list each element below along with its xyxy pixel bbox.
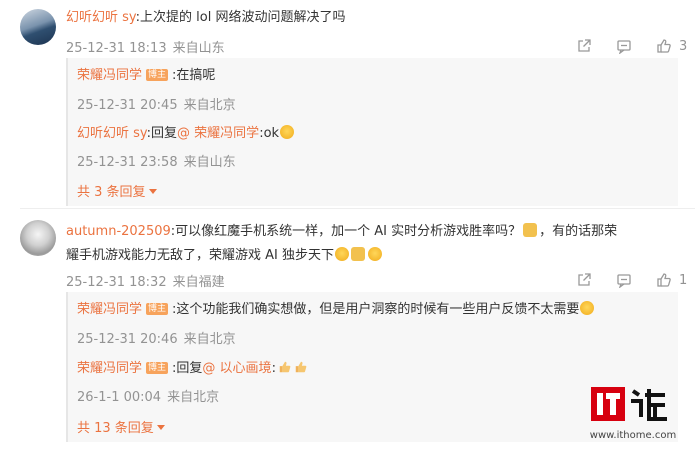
more-replies-link[interactable]: 共 3 条回复 bbox=[77, 181, 157, 200]
location: 来自福建 bbox=[172, 275, 225, 290]
emoji-icon bbox=[368, 247, 382, 261]
reply-text: 幻听幻听 sy:回复@ 荣耀冯同学:ok bbox=[77, 125, 295, 143]
username-link[interactable]: 荣耀冯同学 bbox=[77, 68, 142, 83]
more-replies-label: 共 13 条回复 bbox=[77, 421, 154, 436]
location: 来自北京 bbox=[183, 332, 236, 347]
location: 来自山东 bbox=[172, 41, 225, 56]
reply-text: 荣耀冯同学 博主:这个功能我们确实想做，但是用户洞察的时候有一些用户反馈不太需要 bbox=[77, 301, 595, 319]
reply-body: : bbox=[271, 361, 276, 376]
comment-divider bbox=[20, 208, 695, 209]
comment-text-line2: 耀手机游戏能力无敌了，荣耀游戏 AI 独步天下 bbox=[66, 247, 382, 265]
timestamp: 25-12-31 18:32 bbox=[66, 275, 167, 290]
comment-icon[interactable] bbox=[613, 37, 635, 55]
avatar[interactable] bbox=[20, 220, 56, 256]
thumbs-up-icon bbox=[279, 361, 291, 373]
ithome-watermark: www.ithome.com bbox=[583, 383, 683, 441]
author-badge: 博主 bbox=[146, 303, 169, 315]
watermark-url: www.ithome.com bbox=[589, 430, 677, 441]
reply-body: :在搞呢 bbox=[172, 68, 216, 83]
reply-meta: 25-12-31 20:45 来自北京 bbox=[77, 94, 236, 113]
emoji-icon bbox=[335, 247, 349, 261]
reply-body: :ok bbox=[259, 126, 280, 141]
reply-divider bbox=[66, 58, 68, 206]
emoji-icon bbox=[280, 125, 295, 139]
like-icon[interactable] bbox=[653, 271, 675, 289]
username-link[interactable]: 荣耀冯同学 bbox=[77, 302, 142, 317]
more-replies-label: 共 3 条回复 bbox=[77, 185, 146, 200]
like-icon[interactable] bbox=[653, 37, 675, 55]
reply-text: 荣耀冯同学 博主:在搞呢 bbox=[77, 67, 215, 85]
comment-actions: 1 bbox=[555, 271, 687, 289]
emoji-icon bbox=[523, 223, 538, 237]
comment-meta: 25-12-31 18:32 来自福建 bbox=[66, 271, 225, 290]
reply-meta: 26-1-1 00:04 来自北京 bbox=[77, 386, 219, 405]
username-link[interactable]: 幻听幻听 sy bbox=[77, 126, 147, 141]
share-icon[interactable] bbox=[573, 37, 595, 55]
location: 来自山东 bbox=[183, 155, 236, 170]
thumbs-up-icon bbox=[295, 361, 307, 373]
comment-body: 耀手机游戏能力无敌了，荣耀游戏 AI 独步天下 bbox=[66, 248, 334, 263]
comment-body: :上次提的 lol 网络波动问题解决了吗 bbox=[135, 10, 346, 25]
location: 来自北京 bbox=[183, 98, 236, 113]
more-replies-link[interactable]: 共 13 条回复 bbox=[77, 417, 165, 436]
comment-text: 幻听幻听 sy:上次提的 lol 网络波动问题解决了吗 bbox=[66, 9, 345, 27]
comment-actions: 3 bbox=[555, 37, 687, 55]
timestamp: 25-12-31 18:13 bbox=[66, 41, 167, 56]
timestamp: 25-12-31 20:46 bbox=[77, 332, 178, 347]
caret-down-icon bbox=[148, 189, 157, 194]
comment-body: :可以像红魔手机系统一样，加一个 AI 实时分析游戏胜率吗？ bbox=[170, 224, 522, 239]
comment-meta: 25-12-31 18:13 来自山东 bbox=[66, 37, 225, 56]
reply-body: :这个功能我们确实想做，但是用户洞察的时候有一些用户反馈不太需要 bbox=[172, 302, 580, 317]
timestamp: 25-12-31 20:45 bbox=[77, 98, 178, 113]
mention-link[interactable]: @ 荣耀冯同学 bbox=[177, 126, 259, 141]
location: 来自北京 bbox=[167, 390, 220, 405]
like-count: 3 bbox=[679, 38, 688, 54]
like-count: 1 bbox=[679, 272, 688, 288]
caret-down-icon bbox=[156, 425, 165, 430]
username-link[interactable]: 荣耀冯同学 bbox=[77, 361, 142, 376]
reply-meta: 25-12-31 20:46 来自北京 bbox=[77, 328, 236, 347]
comment-icon[interactable] bbox=[613, 271, 635, 289]
comment-body-cont: ，有的话那荣 bbox=[539, 224, 618, 239]
username-link[interactable]: 幻听幻听 sy bbox=[66, 10, 136, 25]
ithome-logo bbox=[591, 387, 667, 421]
avatar[interactable] bbox=[20, 9, 56, 45]
reply-divider bbox=[66, 292, 68, 442]
reply-word: :回复 bbox=[172, 361, 203, 376]
emoji-icon bbox=[580, 301, 595, 315]
username-link[interactable]: autumn-202509 bbox=[66, 224, 171, 239]
mention-link[interactable]: @ 以心画境 bbox=[202, 361, 271, 376]
reply-word: :回复 bbox=[146, 126, 178, 141]
comment-text: autumn-202509:可以像红魔手机系统一样，加一个 AI 实时分析游戏胜… bbox=[66, 223, 617, 241]
timestamp: 26-1-1 00:04 bbox=[77, 390, 162, 405]
emoji-icon bbox=[351, 247, 365, 261]
reply-text: 荣耀冯同学 博主:回复@ 以心画境: bbox=[77, 360, 308, 378]
reply-meta: 25-12-31 23:58 来自山东 bbox=[77, 151, 236, 170]
author-badge: 博主 bbox=[146, 69, 169, 81]
share-icon[interactable] bbox=[573, 271, 595, 289]
timestamp: 25-12-31 23:58 bbox=[77, 155, 178, 170]
author-badge: 博主 bbox=[146, 362, 169, 374]
